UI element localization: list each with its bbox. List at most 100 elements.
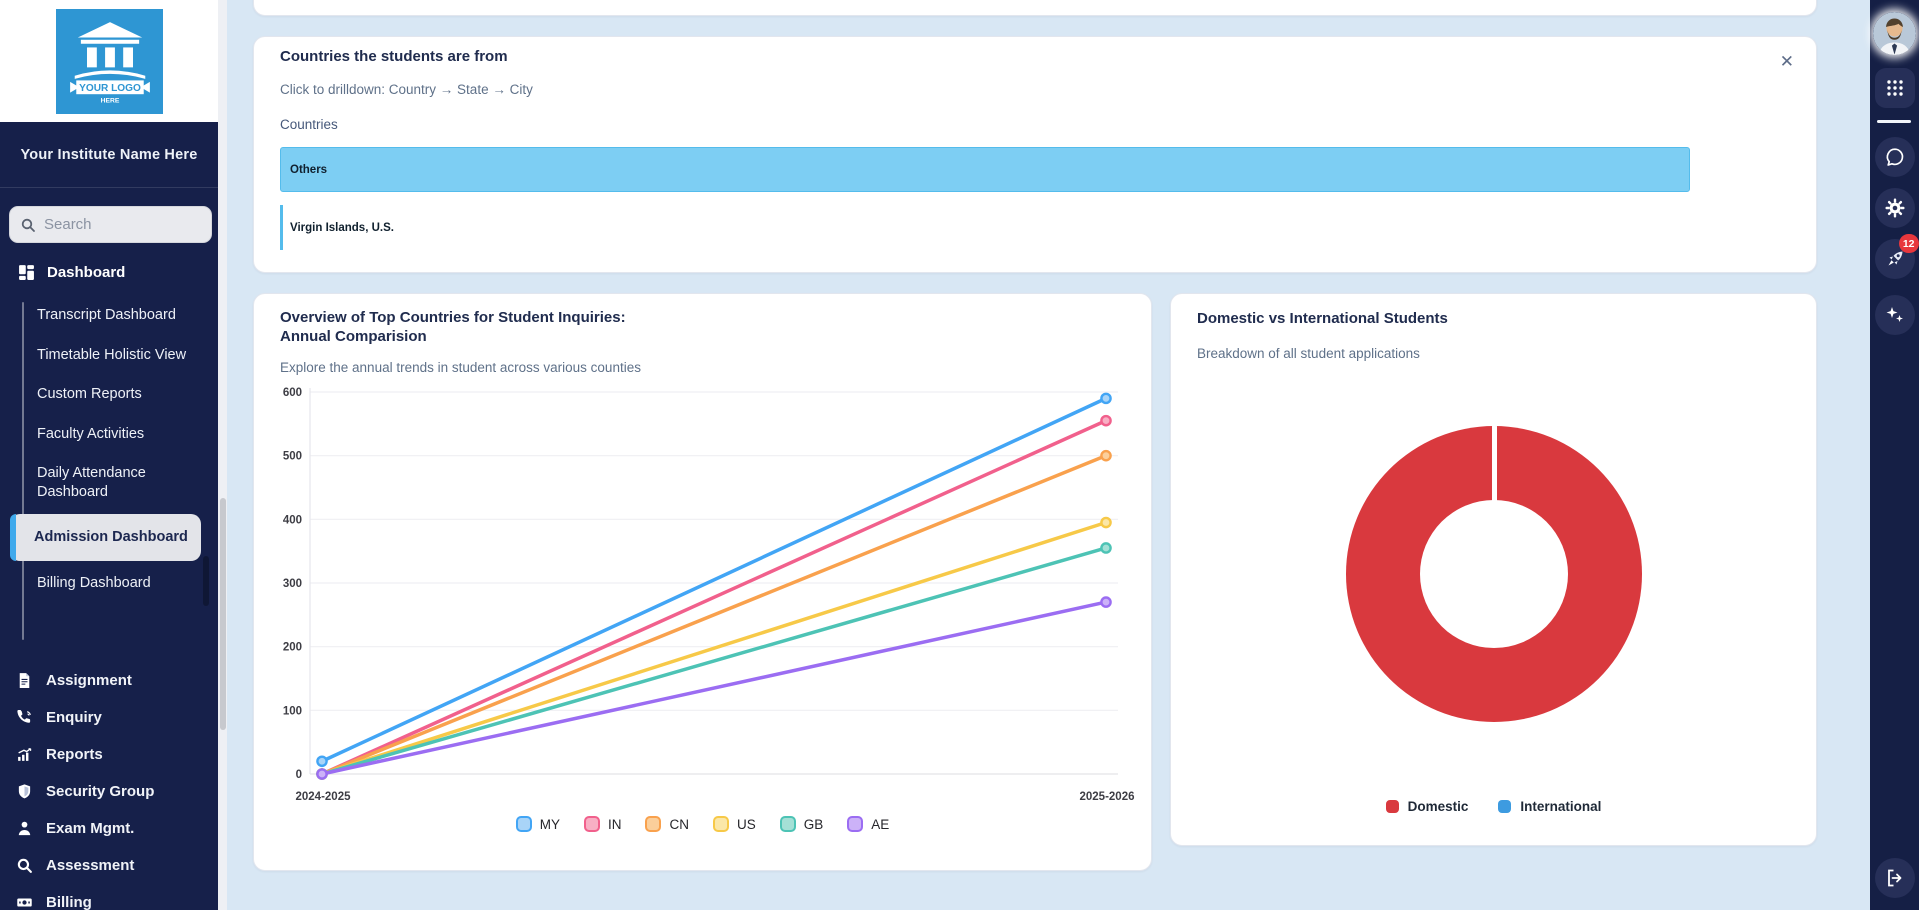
chat-button[interactable] [1875, 137, 1915, 177]
notification-badge: 12 [1899, 234, 1919, 253]
settings-button[interactable] [1875, 188, 1915, 228]
legend-label: GB [804, 817, 824, 832]
line-chart-card: Overview of Top Countries for Student In… [253, 293, 1152, 871]
line-series-gb [322, 548, 1106, 774]
legend-item-cn[interactable]: CN [645, 816, 689, 832]
countries-section-label: Countries [280, 117, 338, 132]
rocket-button[interactable]: 12 [1875, 239, 1915, 279]
legend-swatch [1498, 800, 1511, 813]
sidebar-item-faculty-activities[interactable]: Faculty Activities [37, 425, 201, 444]
legend-item-gb[interactable]: GB [780, 816, 824, 832]
magnifier-icon [16, 857, 33, 874]
countries-card-subtitle: Click to drilldown: Country → State → Ci… [280, 82, 533, 97]
data-point-my [1101, 394, 1110, 403]
sidebar-item-assessment[interactable]: Assessment [16, 847, 208, 884]
sidebar-item-custom-reports[interactable]: Custom Reports [37, 385, 201, 404]
page-scrollbar-track[interactable] [218, 0, 227, 910]
chat-icon [1884, 146, 1906, 168]
sidebar-item-label: Assessment [46, 857, 134, 874]
country-bar-fill [280, 205, 283, 250]
sidebar-item-dashboard[interactable]: Dashboard [18, 264, 125, 281]
y-axis-tick: 600 [283, 387, 302, 399]
countries-card: Countries the students are from ✕ Click … [253, 36, 1817, 273]
sidebar-item-admission-dashboard[interactable]: Admission Dashboard [10, 514, 201, 561]
logo-text-line2: HERE [100, 97, 119, 104]
legend-swatch [584, 816, 600, 832]
dashboard-label: Dashboard [47, 264, 125, 281]
y-axis-tick: 100 [283, 705, 302, 717]
avatar[interactable] [1873, 12, 1916, 55]
top-card-partial [253, 0, 1817, 16]
data-point-my [317, 757, 326, 766]
legend-swatch [780, 816, 796, 832]
countries-card-title: Countries the students are from [280, 48, 508, 65]
countries-bar-chart: Others Virgin Islands, U.S. [280, 147, 1790, 263]
page-scrollbar-thumb[interactable] [220, 498, 226, 730]
sidebar-item-billing-dashboard[interactable]: Billing Dashboard [37, 574, 201, 593]
sidebar-item-label: Exam Mgmt. [46, 820, 134, 837]
logout-icon [1884, 867, 1906, 889]
country-bar-virgin-islands-u-s[interactable]: Virgin Islands, U.S. [280, 205, 1790, 250]
sidebar-item-billing[interactable]: Billing [16, 884, 208, 910]
x-axis-tick: 2024-2025 [296, 791, 352, 803]
legend-label: Domestic [1408, 799, 1469, 814]
search-input[interactable] [44, 216, 194, 233]
apps-grid-button[interactable] [1875, 68, 1915, 108]
logo-pediment-shape [77, 22, 141, 37]
institute-name-bar: Your Institute Name Here [0, 122, 218, 188]
sidebar-item-security-group[interactable]: Security Group [16, 773, 208, 810]
country-bar-label: Virgin Islands, U.S. [290, 222, 394, 234]
donut-chart-subtitle: Breakdown of all student applications [1197, 346, 1420, 361]
gear-icon [1884, 197, 1906, 219]
right-rail: 12 [1870, 0, 1919, 910]
person-icon [16, 820, 33, 837]
donut-legend-item-international[interactable]: International [1498, 799, 1601, 814]
legend-item-in[interactable]: IN [584, 816, 622, 832]
country-bar-others[interactable]: Others [280, 147, 1790, 192]
legend-item-my[interactable]: MY [516, 816, 560, 832]
legend-swatch [516, 816, 532, 832]
apps-grid-icon [1885, 78, 1905, 98]
line-chart-title: Overview of Top Countries for Student In… [280, 308, 660, 346]
legend-swatch [847, 816, 863, 832]
institute-name: Your Institute Name Here [21, 147, 198, 163]
sidebar-item-exam-mgmt[interactable]: Exam Mgmt. [16, 810, 208, 847]
search-icon [20, 217, 36, 233]
sidebar-item-timetable-holistic-view[interactable]: Timetable Holistic View [37, 346, 201, 365]
rail-divider [1877, 120, 1911, 123]
sidebar-item-assignment[interactable]: Assignment [16, 662, 208, 699]
sidebar-item-transcript-dashboard[interactable]: Transcript Dashboard [37, 306, 201, 325]
legend-item-us[interactable]: US [713, 816, 756, 832]
data-point-ae [317, 769, 326, 778]
sidebar-item-enquiry[interactable]: Enquiry [16, 699, 208, 736]
y-axis-tick: 300 [283, 578, 302, 590]
y-axis-tick: 200 [283, 642, 302, 654]
legend-item-ae[interactable]: AE [847, 816, 889, 832]
line-chart-legend: MY IN CN US GB AE [254, 816, 1151, 832]
subnav-indent-line [22, 302, 24, 640]
country-bar-fill [280, 147, 1690, 192]
legend-swatch [713, 816, 729, 832]
dashboard-grid-icon [18, 264, 35, 281]
line-series-cn [322, 456, 1106, 774]
logo-area: YOUR LOGO HERE [0, 0, 218, 122]
sidebar-main-nav: AssignmentEnquiryReportsSecurity Group Ex… [16, 662, 208, 910]
donut-hole [1420, 500, 1568, 648]
legend-label: International [1520, 799, 1601, 814]
donut-chart-title: Domestic vs International Students [1197, 310, 1448, 327]
sparkles-button[interactable] [1875, 295, 1915, 335]
y-axis-tick: 500 [283, 451, 302, 463]
line-series-in [322, 421, 1106, 774]
close-icon[interactable]: ✕ [1780, 53, 1794, 70]
institute-logo: YOUR LOGO HERE [56, 9, 163, 114]
sparkles-icon [1884, 304, 1906, 326]
sidebar-item-reports[interactable]: Reports [16, 736, 208, 773]
y-axis-tick: 0 [296, 769, 302, 781]
sidebar-search[interactable] [9, 206, 212, 243]
country-bar-label: Others [290, 164, 327, 176]
donut-ring[interactable] [1346, 426, 1642, 722]
logout-button[interactable] [1875, 858, 1915, 898]
donut-legend-item-domestic[interactable]: Domestic [1386, 799, 1469, 814]
sidebar-item-daily-attendance-dashboard[interactable]: Daily Attendance Dashboard [37, 464, 201, 501]
sidebar-scrollbar-thumb[interactable] [203, 556, 209, 606]
